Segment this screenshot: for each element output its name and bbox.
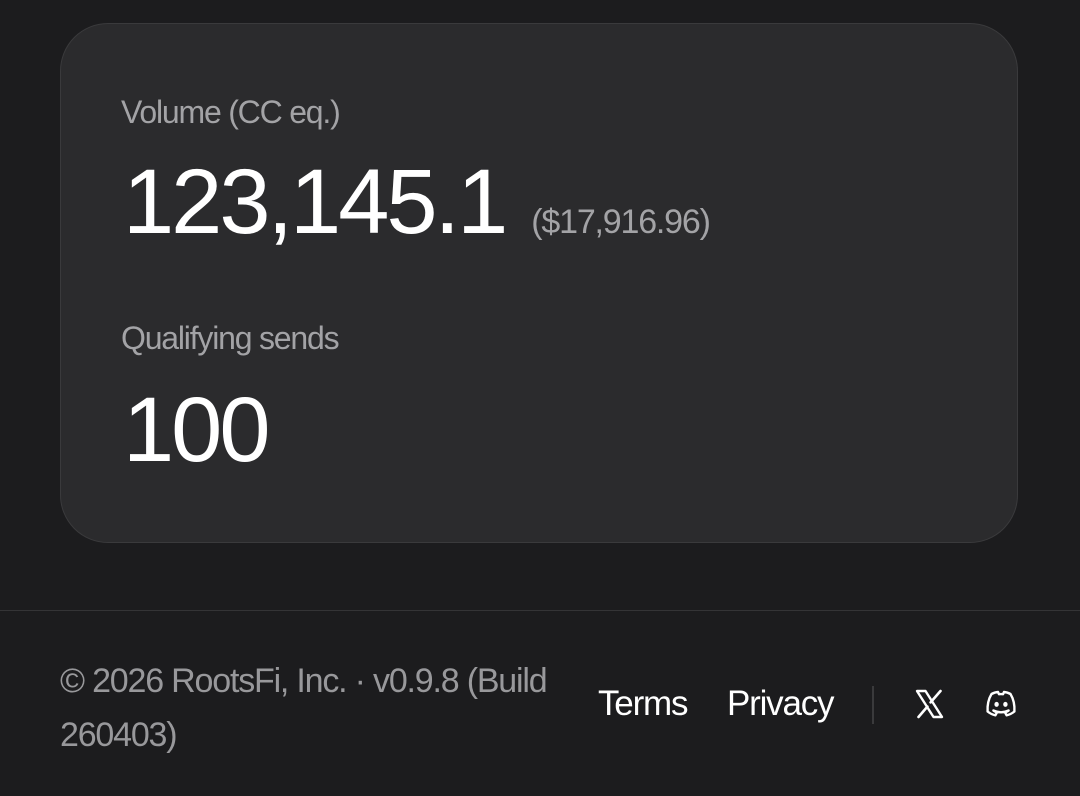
stats-card: Volume (CC eq.) 123,145.1 ($17,916.96) Q… bbox=[60, 23, 1018, 543]
footer-separator bbox=[872, 686, 874, 724]
qualifying-sends-value: 100 bbox=[123, 379, 270, 481]
terms-link[interactable]: Terms bbox=[598, 686, 688, 721]
volume-row: 123,145.1 ($17,916.96) bbox=[123, 151, 711, 253]
volume-usd-value: ($17,916.96) bbox=[531, 203, 711, 241]
copyright-text: © 2026 RootsFi, Inc. · v0.9.8 (Build 260… bbox=[60, 662, 548, 754]
qualifying-sends-row: 100 bbox=[123, 379, 270, 481]
footer-divider bbox=[0, 610, 1080, 611]
qualifying-sends-label: Qualifying sends bbox=[121, 320, 340, 356]
page: Volume (CC eq.) 123,145.1 ($17,916.96) Q… bbox=[0, 0, 1080, 796]
discord-icon[interactable] bbox=[983, 686, 1019, 722]
privacy-link[interactable]: Privacy bbox=[727, 686, 835, 721]
volume-value: 123,145.1 bbox=[123, 151, 508, 253]
volume-label: Volume (CC eq.) bbox=[121, 94, 341, 130]
x-icon[interactable] bbox=[911, 686, 947, 722]
